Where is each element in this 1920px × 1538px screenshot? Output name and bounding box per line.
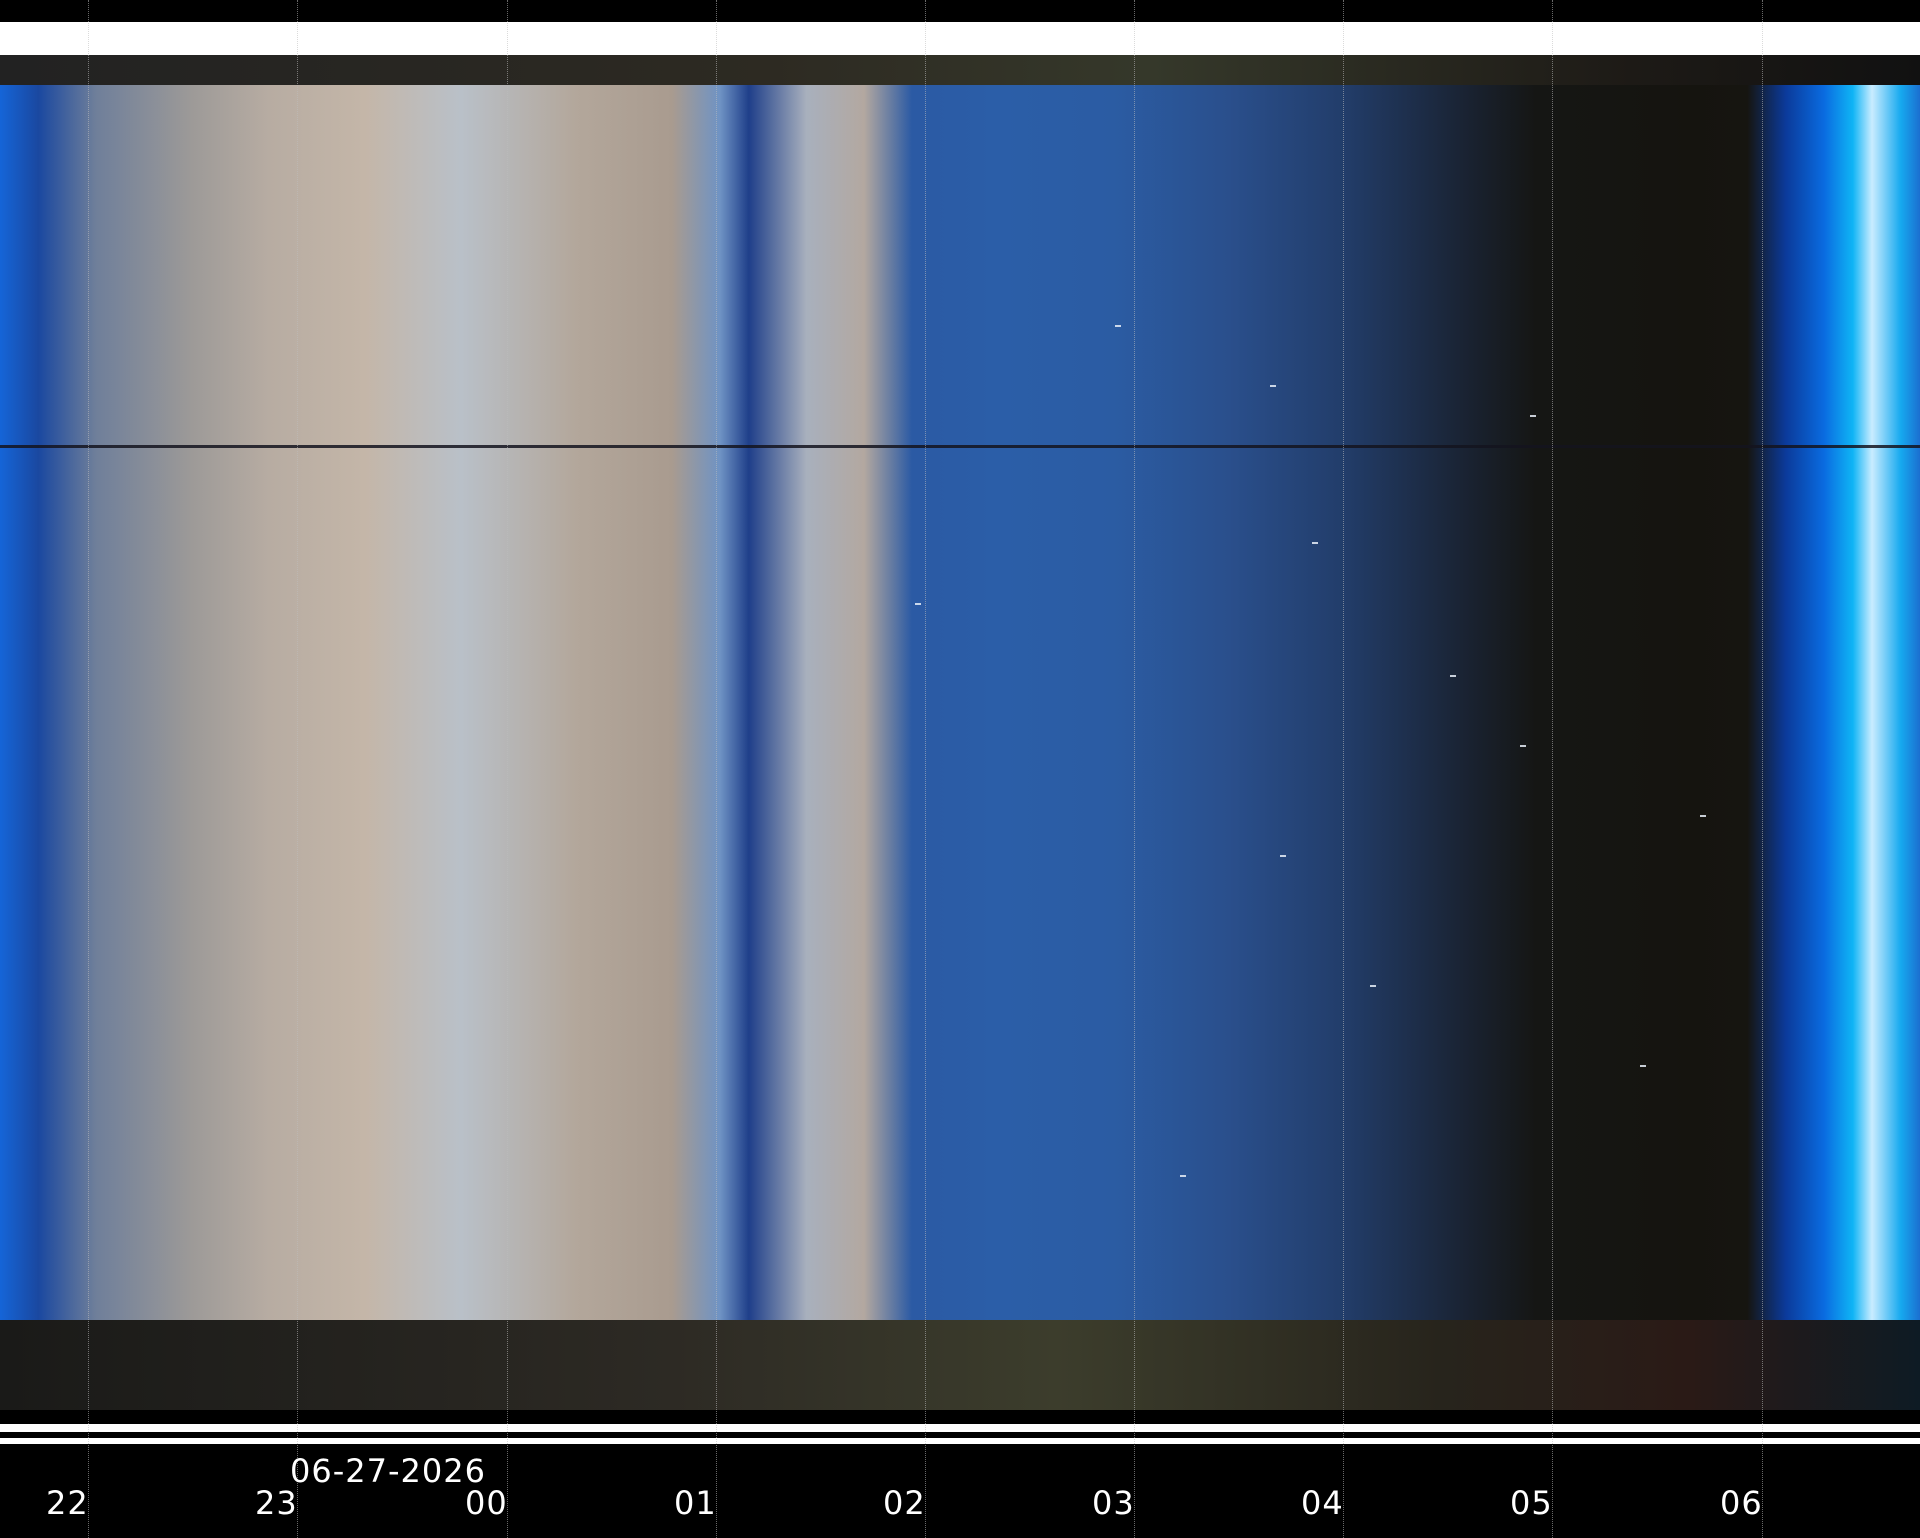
star-trace (1530, 415, 1536, 417)
grid-line (925, 0, 926, 1538)
keogram-image (0, 55, 1920, 1410)
keogram-top-edge (0, 55, 1920, 85)
grid-line (507, 0, 508, 1538)
hour-label: 22 (46, 1484, 89, 1522)
star-trace (1520, 745, 1526, 747)
hour-label: 01 (674, 1484, 717, 1522)
bottom-rule (0, 1424, 1920, 1432)
keogram-bottom-edge (0, 1320, 1920, 1410)
star-trace (1450, 675, 1456, 677)
top-banner (0, 22, 1920, 55)
grid-line (716, 0, 717, 1538)
hour-label: 03 (1092, 1484, 1135, 1522)
grid-line (1134, 0, 1135, 1538)
star-trace (1700, 815, 1706, 817)
star-trace (1640, 1065, 1646, 1067)
bottom-rule (0, 1438, 1920, 1444)
star-trace (1370, 985, 1376, 987)
hour-label: 05 (1510, 1484, 1553, 1522)
meridian-line (0, 445, 1920, 448)
grid-line (1343, 0, 1344, 1538)
grid-line (88, 0, 89, 1538)
grid-line (1762, 0, 1763, 1538)
grid-line (297, 0, 298, 1538)
hour-label: 04 (1301, 1484, 1344, 1522)
hour-label: 06 (1720, 1484, 1763, 1522)
hour-label: 23 (255, 1484, 298, 1522)
grid-line (1552, 0, 1553, 1538)
date-label: 06-27-2026 (290, 1452, 486, 1490)
hour-label: 00 (465, 1484, 508, 1522)
star-trace (1312, 542, 1318, 544)
star-trace (1115, 325, 1121, 327)
star-trace (915, 603, 921, 605)
star-trace (1280, 855, 1286, 857)
star-trace (1180, 1175, 1186, 1177)
star-trace (1270, 385, 1276, 387)
keogram-view: 06-27-2026 22 23 00 01 02 03 04 05 06 (0, 0, 1920, 1538)
hour-label: 02 (883, 1484, 926, 1522)
